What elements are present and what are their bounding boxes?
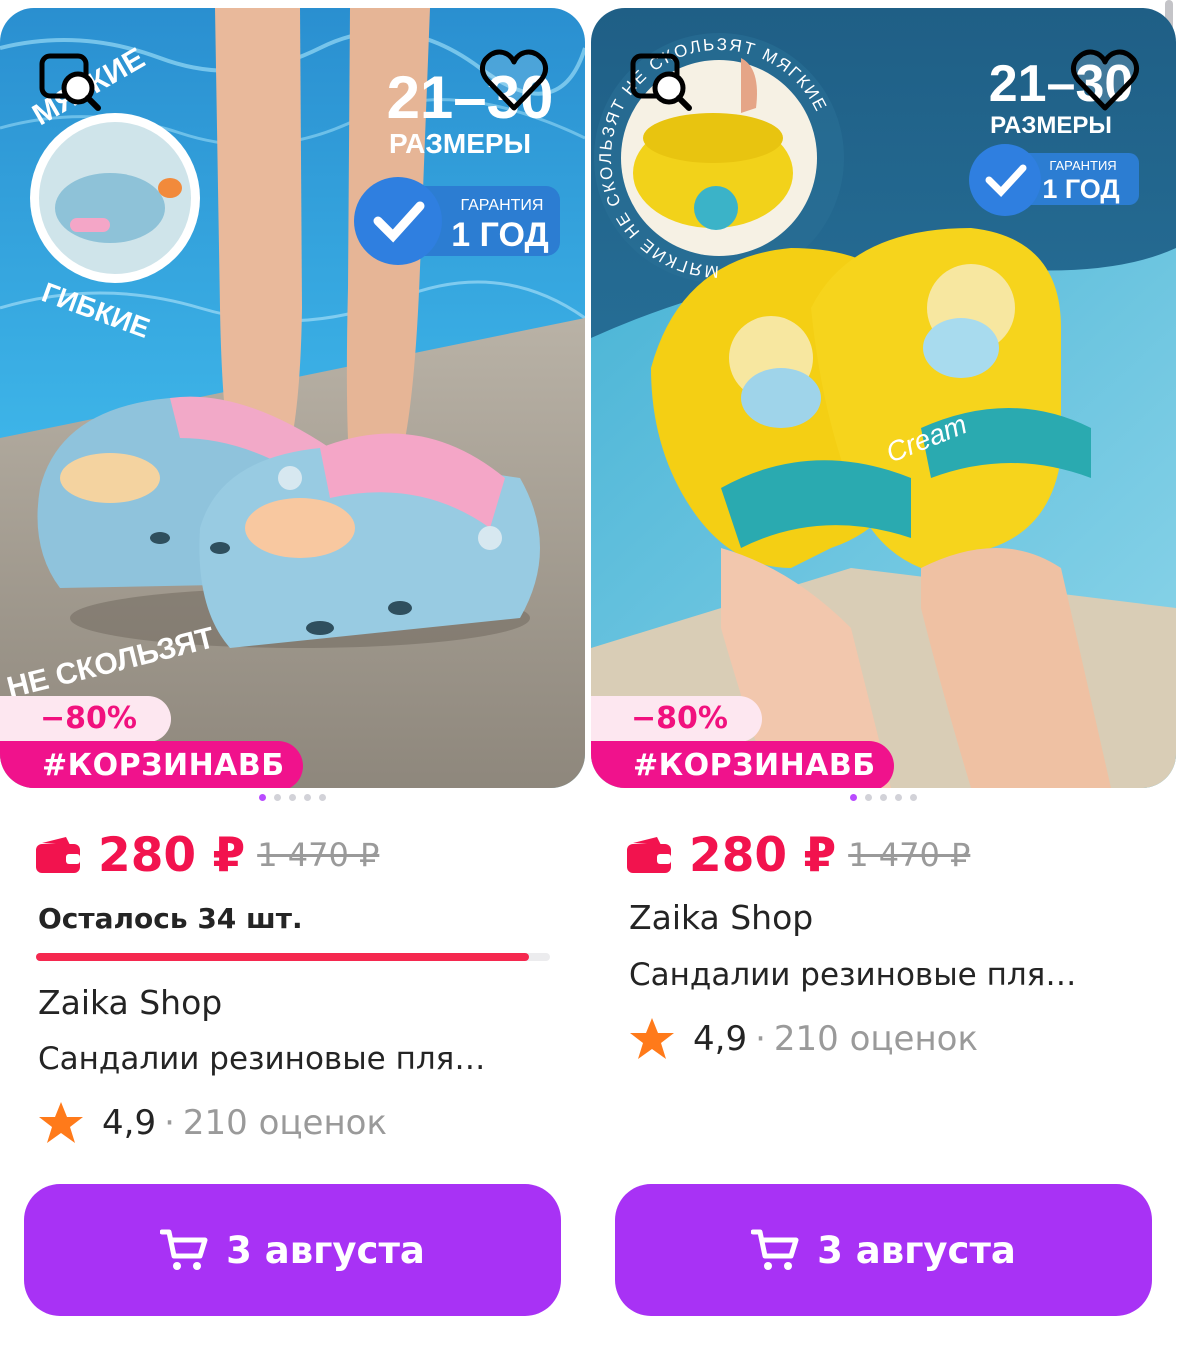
add-to-favorites-button[interactable]: [1068, 44, 1142, 118]
pagination-dot[interactable]: [850, 794, 857, 801]
current-price: 280 ₽: [689, 827, 837, 883]
reviews-count[interactable]: 210 оценок: [183, 1103, 387, 1143]
image-sizes-label: РАЗМЕРЫ: [389, 128, 531, 159]
add-to-cart-button[interactable]: 3 августа: [615, 1184, 1152, 1316]
wallet-icon: [627, 837, 671, 873]
old-price: 1 470 ₽: [848, 836, 971, 874]
pagination-dot[interactable]: [289, 794, 296, 801]
pagination-dot[interactable]: [910, 794, 917, 801]
rating-separator: ·: [164, 1103, 175, 1143]
product-title[interactable]: Сандалии резиновые пля…: [629, 957, 1076, 993]
delivery-date-label: 3 августа: [226, 1228, 425, 1272]
heart-icon: [479, 49, 549, 111]
wallet-icon: [36, 837, 80, 873]
stock-bar: [36, 953, 550, 961]
image-guarantee-small: ГАРАНТИЯ: [1049, 158, 1116, 173]
product-photo[interactable]: 21–30 РАЗМЕРЫ ГАРАНТИЯ 1 ГОД МЯГКИЕ ГИБК…: [0, 8, 585, 788]
price-row: 280 ₽ 1 470 ₽: [627, 820, 970, 890]
rating-row: 4,9 · 210 оценок: [629, 1016, 978, 1062]
cart-icon: [751, 1229, 799, 1270]
pagination-dot[interactable]: [259, 794, 266, 801]
promo-tag-badge[interactable]: #КОРЗИНАВБ: [0, 741, 303, 788]
search-similar-icon: [630, 53, 692, 111]
product-image-yellow-clogs: 21–30 РАЗМЕРЫ ГАРАНТИЯ 1 ГОД МЯГКИЕ НЕ С…: [591, 8, 1176, 788]
brand-name[interactable]: Zaika Shop: [38, 983, 222, 1022]
image-guarantee-big: 1 ГОД: [451, 216, 548, 254]
pagination-dot[interactable]: [319, 794, 326, 801]
stock-remaining-label: Осталось 34 шт.: [38, 902, 303, 935]
rating-row: 4,9 · 210 оценок: [38, 1100, 387, 1146]
pagination-dot[interactable]: [274, 794, 281, 801]
image-guarantee-big: 1 ГОД: [1042, 174, 1119, 204]
product-title[interactable]: Сандалии резиновые пля…: [38, 1041, 485, 1077]
photo-pagination: [591, 794, 1176, 804]
search-similar-icon: [39, 53, 101, 111]
stock-bar-fill: [36, 953, 530, 961]
price-row: 280 ₽ 1 470 ₽: [36, 820, 379, 890]
rating-value: 4,9: [102, 1103, 157, 1143]
current-price: 280 ₽: [98, 827, 246, 883]
heart-icon: [1070, 49, 1140, 111]
product-grid: 21–30 РАЗМЕРЫ ГАРАНТИЯ 1 ГОД МЯГКИЕ ГИБК…: [0, 0, 1179, 1347]
product-card[interactable]: 21–30 РАЗМЕРЫ ГАРАНТИЯ 1 ГОД МЯГКИЕ ГИБК…: [0, 8, 585, 1328]
add-to-cart-button[interactable]: 3 августа: [24, 1184, 561, 1316]
promo-tag-badge[interactable]: #КОРЗИНАВБ: [591, 741, 894, 788]
star-icon: [630, 1018, 674, 1059]
add-to-favorites-button[interactable]: [477, 44, 551, 118]
photo-pagination: [0, 794, 585, 804]
discount-badge: −80%: [0, 696, 171, 742]
brand-name[interactable]: Zaika Shop: [629, 898, 813, 937]
pagination-dot[interactable]: [895, 794, 902, 801]
image-guarantee-small: ГАРАНТИЯ: [461, 197, 544, 214]
pagination-dot[interactable]: [304, 794, 311, 801]
find-similar-button[interactable]: [36, 44, 110, 118]
pagination-dot[interactable]: [880, 794, 887, 801]
rating-value: 4,9: [693, 1019, 748, 1059]
pagination-dot[interactable]: [865, 794, 872, 801]
delivery-date-label: 3 августа: [817, 1228, 1016, 1272]
reviews-count[interactable]: 210 оценок: [774, 1019, 978, 1059]
product-image-blue-clogs: 21–30 РАЗМЕРЫ ГАРАНТИЯ 1 ГОД МЯГКИЕ ГИБК…: [0, 8, 585, 788]
old-price: 1 470 ₽: [257, 836, 380, 874]
find-similar-button[interactable]: [627, 44, 701, 118]
product-card[interactable]: 21–30 РАЗМЕРЫ ГАРАНТИЯ 1 ГОД МЯГКИЕ НЕ С…: [591, 8, 1176, 1328]
cart-icon: [160, 1229, 208, 1270]
star-icon: [39, 1102, 83, 1143]
discount-badge: −80%: [591, 696, 762, 742]
rating-separator: ·: [755, 1019, 766, 1059]
product-photo[interactable]: 21–30 РАЗМЕРЫ ГАРАНТИЯ 1 ГОД МЯГКИЕ НЕ С…: [591, 8, 1176, 788]
